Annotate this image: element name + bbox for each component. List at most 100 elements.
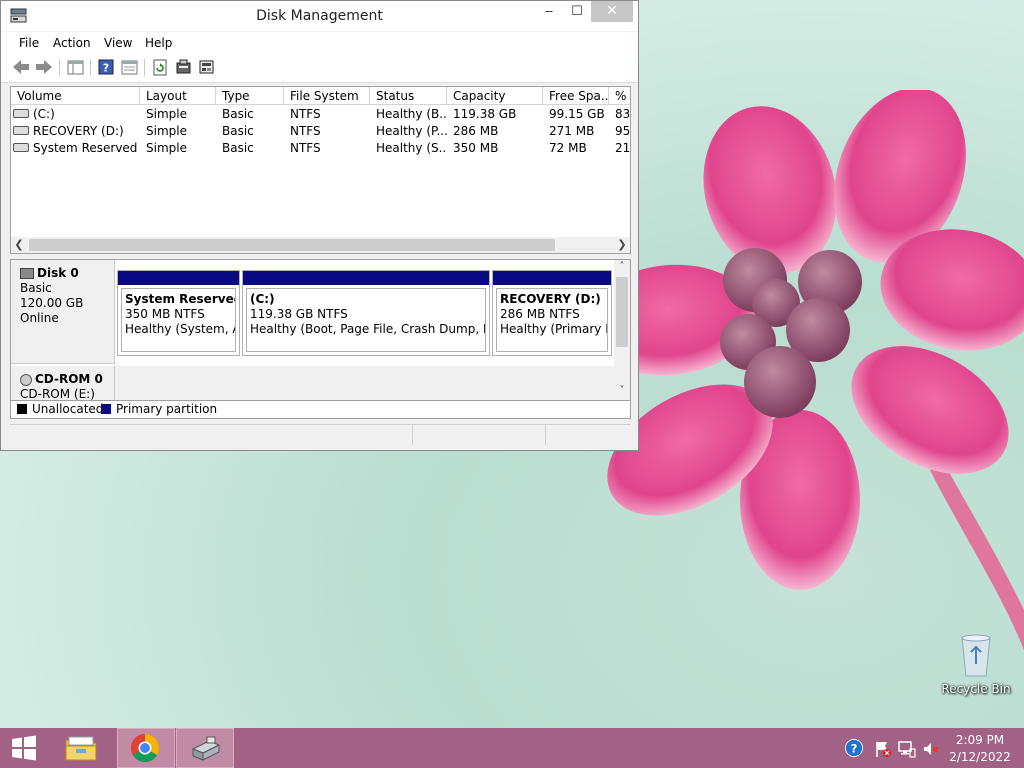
partition-system-reserved[interactable]: System Reserved 350 MB NTFS Healthy (Sys… [117, 270, 240, 356]
properties-pane-icon[interactable] [120, 58, 138, 76]
hard-disk-icon [20, 268, 34, 279]
column-volume[interactable]: Volume [11, 87, 140, 105]
scroll-thumb[interactable] [29, 239, 555, 251]
column-free-space[interactable]: Free Spa... [543, 87, 609, 105]
scroll-right-icon[interactable]: ❯ [614, 237, 630, 253]
taskbar-chrome[interactable] [117, 728, 175, 768]
status-segment [412, 425, 545, 445]
horizontal-scrollbar[interactable]: ❮ ❯ [11, 237, 630, 253]
column-status[interactable]: Status [370, 87, 447, 105]
drive-icon [13, 109, 29, 118]
close-button[interactable]: ✕ [591, 1, 633, 22]
cell-capacity: 350 MB [453, 141, 499, 155]
menu-view[interactable]: View [104, 36, 132, 50]
primary-partition-bar [243, 271, 489, 285]
file-explorer-icon [65, 736, 97, 761]
cell-volume: RECOVERY (D:) [33, 124, 124, 138]
scroll-left-icon[interactable]: ❮ [11, 237, 27, 253]
network-icon[interactable] [898, 740, 916, 758]
column-percent-free[interactable]: % F [609, 87, 630, 105]
clock-time: 2:09 PM [955, 733, 1005, 747]
disk-size: 120.00 GB [20, 296, 84, 310]
cell-percent-free: 83 [615, 107, 631, 121]
disk-type: Basic [20, 281, 52, 295]
cdrom-0-label[interactable]: CD-ROM 0 CD-ROM (E:) [11, 366, 115, 400]
action-center-flag-icon[interactable] [874, 740, 892, 758]
cell-type: Basic [222, 107, 254, 121]
chrome-icon [131, 734, 159, 762]
recycle-bin[interactable]: Recycle Bin [940, 630, 1012, 702]
partition-c[interactable]: (C:) 119.38 GB NTFS Healthy (Boot, Page … [242, 270, 490, 356]
disk-management-icon [191, 736, 221, 761]
taskbar: ? 2:09 PM 2/12/2022 [0, 728, 1024, 768]
minimize-button[interactable]: ‒ [535, 1, 563, 22]
menu-bar: File Action View Help [1, 32, 638, 54]
menu-help[interactable]: Help [145, 36, 172, 50]
cell-status: Healthy (B... [376, 107, 447, 121]
scroll-up-icon[interactable]: ˄ [614, 260, 630, 274]
partition-size: 119.38 GB NTFS [250, 307, 348, 321]
cell-free-space: 72 MB [549, 141, 587, 155]
cell-percent-free: 21 [615, 141, 631, 155]
cell-percent-free: 95 [615, 124, 631, 138]
title-bar[interactable]: Disk Management ‒ ☐ ✕ [1, 1, 638, 31]
cell-type: Basic [222, 124, 254, 138]
disk-properties-icon[interactable] [197, 58, 215, 76]
scroll-down-icon[interactable]: ˅ [614, 384, 630, 398]
cell-type: Basic [222, 141, 254, 155]
refresh-icon[interactable] [151, 58, 169, 76]
partition-status: Healthy (Boot, Page File, Crash Dump, Pr… [250, 322, 485, 336]
legend-primary: Primary partition [116, 402, 218, 416]
menu-file[interactable]: File [19, 36, 39, 50]
rescan-disks-icon[interactable] [174, 58, 192, 76]
volume-muted-icon[interactable] [922, 740, 940, 758]
vertical-scrollbar[interactable]: ˄ ˅ [614, 260, 630, 400]
legend: Unallocated Primary partition [10, 401, 631, 419]
unallocated-swatch [17, 404, 27, 414]
partition-recovery-d[interactable]: RECOVERY (D:) 286 MB NTFS Healthy (Prima… [492, 270, 612, 356]
back-icon[interactable] [12, 58, 30, 76]
cdrom-0-area[interactable] [115, 366, 615, 400]
disk-0-label[interactable]: Disk 0 Basic 120.00 GB Online [11, 260, 115, 364]
cell-layout: Simple [146, 141, 187, 155]
column-layout[interactable]: Layout [140, 87, 216, 105]
cell-status: Healthy (P... [376, 124, 447, 138]
help-icon[interactable]: ? [97, 58, 115, 76]
start-icon [12, 735, 36, 761]
partition-title: (C:) [250, 292, 275, 306]
primary-partition-bar [118, 271, 239, 285]
cell-layout: Simple [146, 107, 187, 121]
start-button[interactable] [0, 728, 58, 768]
taskbar-file-explorer[interactable] [52, 728, 110, 768]
partition-title: RECOVERY (D:) [500, 292, 601, 306]
menu-action[interactable]: Action [53, 36, 91, 50]
help-tray-icon[interactable]: ? [845, 739, 863, 757]
status-bar [10, 424, 631, 445]
drive-icon [13, 143, 29, 152]
column-type[interactable]: Type [216, 87, 284, 105]
toolbar: ? [1, 54, 638, 83]
volume-list: Volume Layout Type File System Status Ca… [10, 86, 631, 254]
primary-partition-bar [493, 271, 611, 285]
disk-state: Online [20, 311, 59, 325]
scroll-thumb[interactable] [616, 277, 628, 347]
partition-size: 350 MB NTFS [125, 307, 205, 321]
status-segment [545, 425, 630, 445]
svg-text:?: ? [851, 742, 858, 756]
partition-status: Healthy (System, Act [125, 322, 235, 336]
maximize-button[interactable]: ☐ [563, 1, 591, 22]
partition-status: Healthy (Primary Pa [500, 322, 608, 336]
disk-management-window: Disk Management ‒ ☐ ✕ File Action View H… [0, 0, 639, 451]
cell-file-system: NTFS [290, 124, 321, 138]
cell-volume: System Reserved [33, 141, 138, 155]
cell-volume: (C:) [33, 107, 55, 121]
taskbar-disk-management[interactable] [176, 728, 234, 768]
cell-status: Healthy (S... [376, 141, 447, 155]
forward-icon[interactable] [35, 58, 53, 76]
column-capacity[interactable]: Capacity [447, 87, 543, 105]
cdrom-name: CD-ROM 0 [35, 372, 103, 386]
show-hide-console-tree-icon[interactable] [66, 58, 84, 76]
column-file-system[interactable]: File System [284, 87, 370, 105]
cell-capacity: 119.38 GB [453, 107, 517, 121]
clock[interactable]: 2:09 PM 2/12/2022 [948, 732, 1012, 766]
